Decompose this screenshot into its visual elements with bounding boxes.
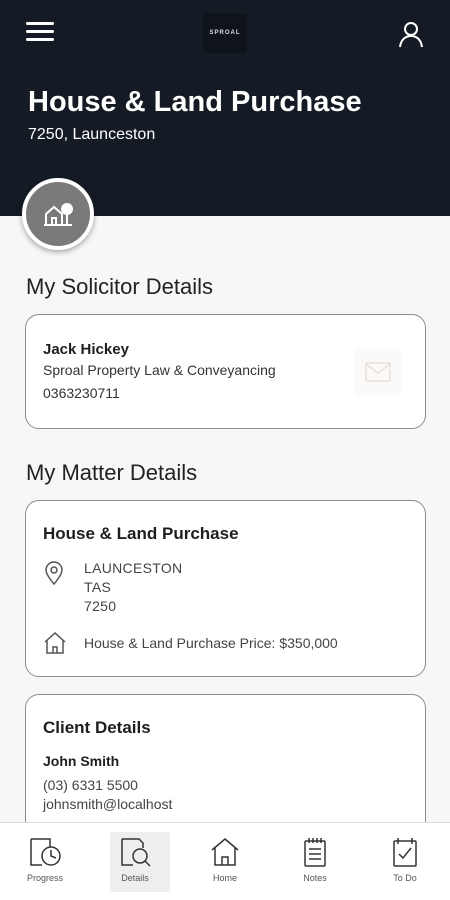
nav-notes[interactable]: Notes [270, 823, 360, 900]
address-line-city: LAUNCESTON [84, 560, 183, 576]
logo-text: SPROAL [209, 30, 241, 36]
house-land-icon [44, 203, 73, 226]
hamburger-icon [26, 22, 54, 25]
property-avatar [22, 178, 94, 250]
solicitor-phone[interactable]: 0363230711 [43, 385, 120, 401]
client-heading: Client Details [43, 718, 151, 737]
client-name: John Smith [43, 753, 120, 769]
nav-todo[interactable]: To Do [360, 823, 450, 900]
address-line-postcode: 7250 [84, 598, 117, 614]
location-pin-icon [44, 561, 64, 590]
nav-todo-label: To Do [393, 873, 417, 883]
client-phone[interactable]: (03) 6331 5500 [43, 777, 138, 793]
matter-card: House & Land Purchase LAUNCESTON TAS 725… [25, 500, 426, 677]
solicitor-section-title: My Solicitor Details [26, 274, 214, 299]
nav-home-label: Home [212, 873, 237, 883]
profile-button[interactable] [398, 20, 424, 48]
page-title: House & Land Purchase [28, 86, 362, 118]
email-solicitor-button[interactable] [353, 348, 403, 396]
nav-details-label: Details [121, 873, 149, 883]
user-icon [399, 22, 423, 48]
solicitor-name: Jack Hickey [43, 341, 129, 358]
page-subtitle: 7250, Launceston [28, 126, 156, 143]
client-email[interactable]: johnsmith@localhost [43, 796, 172, 812]
document-search-icon [121, 838, 151, 867]
matter-section-title: My Matter Details [26, 460, 198, 485]
nav-progress[interactable]: Progress [0, 823, 90, 900]
checklist-icon [393, 838, 417, 867]
solicitor-card: Jack Hickey Sproal Property Law & Convey… [25, 314, 426, 429]
envelope-icon [365, 362, 391, 382]
nav-details[interactable]: Details [90, 823, 180, 900]
address-line-state: TAS [84, 579, 112, 595]
bottom-navigation: Progress Details Home Notes To Do [0, 822, 450, 900]
matter-heading: House & Land Purchase [43, 524, 239, 543]
notepad-icon [304, 838, 326, 867]
nav-notes-label: Notes [303, 873, 327, 883]
menu-button[interactable] [26, 22, 54, 46]
nav-home[interactable]: Home [180, 823, 270, 900]
house-outline-icon [43, 631, 67, 660]
home-icon [211, 838, 239, 866]
solicitor-firm: Sproal Property Law & Conveyancing [43, 362, 276, 378]
nav-progress-label: Progress [26, 873, 63, 883]
app-logo: SPROAL [203, 13, 247, 53]
purchase-price: House & Land Purchase Price: $350,000 [84, 635, 338, 651]
clock-document-icon [30, 838, 61, 866]
